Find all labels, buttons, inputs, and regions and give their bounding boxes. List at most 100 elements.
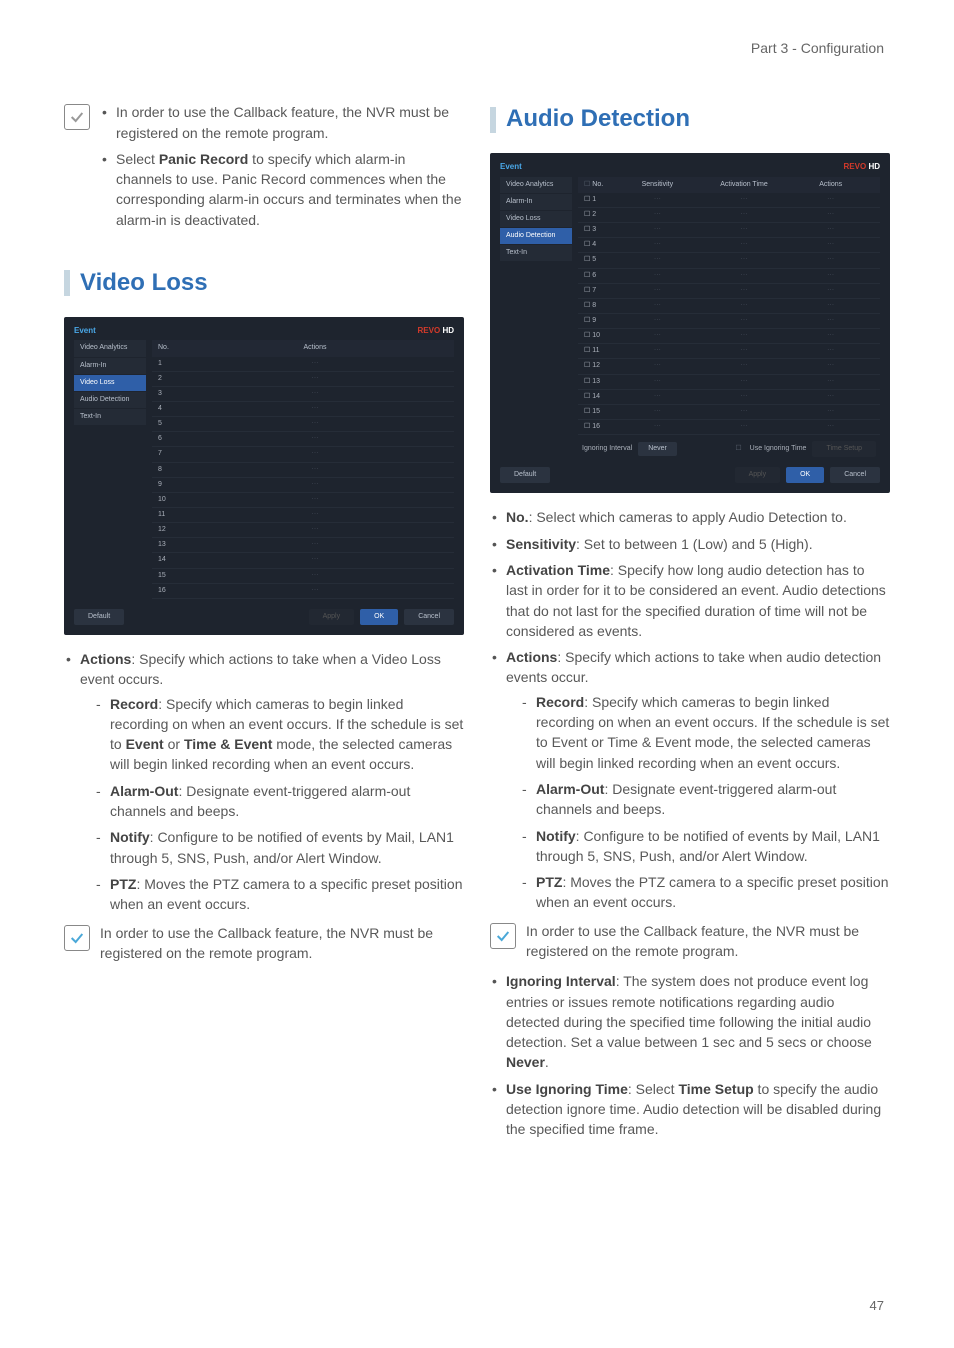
sidebar-item[interactable]: Audio Detection	[500, 228, 572, 244]
table-row[interactable]: 14⋯	[152, 553, 454, 568]
left-column: In order to use the Callback feature, th…	[64, 102, 464, 1145]
checkbox-icon[interactable]: ☐	[735, 444, 743, 454]
use-ignoring-time-label: Use Ignoring Time	[750, 444, 807, 454]
table-row[interactable]: 12⋯	[152, 523, 454, 538]
screenshot-audio-detection: Event REVO HD Video AnalyticsAlarm-InVid…	[490, 153, 890, 493]
table-row[interactable]: 15⋯	[152, 569, 454, 584]
check-icon	[64, 925, 90, 951]
table-row[interactable]: ☐3⋯⋯⋯	[578, 223, 880, 238]
table-row[interactable]: 8⋯	[152, 463, 454, 478]
ok-button[interactable]: OK	[360, 609, 398, 625]
table-row[interactable]: ☐15⋯⋯⋯	[578, 405, 880, 420]
sidebar-item[interactable]: Video Loss	[74, 375, 146, 391]
section-bar	[490, 107, 496, 133]
sidebar-item[interactable]: Text-In	[500, 245, 572, 261]
default-button[interactable]: Default	[74, 609, 124, 625]
table-row[interactable]: ☐6⋯⋯⋯	[578, 269, 880, 284]
cancel-button[interactable]: Cancel	[404, 609, 454, 625]
right-column: Audio Detection Event REVO HD Video Anal…	[490, 102, 890, 1145]
table-row[interactable]: ☐14⋯⋯⋯	[578, 390, 880, 405]
table-row[interactable]: 10⋯	[152, 493, 454, 508]
table-row[interactable]: ☐10⋯⋯⋯	[578, 329, 880, 344]
table-row[interactable]: ☐4⋯⋯⋯	[578, 238, 880, 253]
table-row[interactable]: 4⋯	[152, 402, 454, 417]
table-row[interactable]: ☐8⋯⋯⋯	[578, 299, 880, 314]
screenshot-video-loss: Event REVO HD Video AnalyticsAlarm-InVid…	[64, 317, 464, 635]
ss-columns: ☐No. Sensitivity Activation Time Actions	[578, 177, 880, 193]
ss-panel-title: Event	[500, 161, 522, 173]
action-item: Alarm-Out: Designate event-triggered ala…	[96, 781, 464, 822]
apply-button[interactable]: Apply	[309, 609, 355, 625]
time-setup-button[interactable]: Time Setup	[812, 441, 876, 457]
ss-panel-title: Event	[74, 325, 96, 337]
revo-logo: REVO HD	[844, 161, 880, 173]
table-row[interactable]: ☐5⋯⋯⋯	[578, 253, 880, 268]
table-row[interactable]: 7⋯	[152, 447, 454, 462]
table-row[interactable]: ☐1⋯⋯⋯	[578, 193, 880, 208]
list-item: Ignoring Interval: The system does not p…	[490, 971, 890, 1072]
table-row[interactable]: 6⋯	[152, 432, 454, 447]
action-item: PTZ: Moves the PTZ camera to a specific …	[96, 874, 464, 915]
ok-button[interactable]: OK	[786, 467, 824, 483]
table-row[interactable]: 11⋯	[152, 508, 454, 523]
table-row[interactable]: 13⋯	[152, 538, 454, 553]
sidebar-item[interactable]: Alarm-In	[500, 194, 572, 210]
page-number: 47	[870, 1297, 884, 1316]
section-title-video-loss: Video Loss	[64, 266, 464, 301]
actions-bullet: Actions: Specify which actions to take w…	[64, 649, 464, 915]
table-row[interactable]: ☐2⋯⋯⋯	[578, 208, 880, 223]
action-item: Record: Specify which cameras to begin l…	[522, 692, 890, 773]
apply-button[interactable]: Apply	[735, 467, 781, 483]
note-text: In order to use the Callback feature, th…	[526, 921, 890, 962]
intro-bullet-1: In order to use the Callback feature, th…	[100, 102, 464, 143]
sidebar-item[interactable]: Video Analytics	[74, 340, 146, 356]
table-row[interactable]: 9⋯	[152, 478, 454, 493]
action-item: Notify: Configure to be notified of even…	[96, 827, 464, 868]
table-row[interactable]: ☐16⋯⋯⋯	[578, 420, 880, 435]
default-button[interactable]: Default	[500, 467, 550, 483]
table-row[interactable]: ☐12⋯⋯⋯	[578, 359, 880, 374]
action-item: Notify: Configure to be notified of even…	[522, 826, 890, 867]
table-row[interactable]: 16⋯	[152, 584, 454, 599]
list-item: Activation Time: Specify how long audio …	[490, 560, 890, 641]
sidebar-item[interactable]: Audio Detection	[74, 392, 146, 408]
text: In order to use the Callback feature, th…	[116, 104, 449, 140]
list-item: Sensitivity: Set to between 1 (Low) and …	[490, 534, 890, 554]
sidebar-item[interactable]: Video Analytics	[500, 177, 572, 193]
cancel-button[interactable]: Cancel	[830, 467, 880, 483]
sidebar-item[interactable]: Video Loss	[500, 211, 572, 227]
table-row[interactable]: 3⋯	[152, 387, 454, 402]
action-item: PTZ: Moves the PTZ camera to a specific …	[522, 872, 890, 913]
ss-sidebar: Video AnalyticsAlarm-InVideo LossAudio D…	[500, 177, 572, 458]
ss-columns: No. Actions	[152, 340, 454, 356]
table-row[interactable]: ☐13⋯⋯⋯	[578, 375, 880, 390]
action-item: Alarm-Out: Designate event-triggered ala…	[522, 779, 890, 820]
section-heading: Audio Detection	[506, 102, 690, 137]
page-header: Part 3 - Configuration	[0, 0, 954, 58]
table-row[interactable]: ☐7⋯⋯⋯	[578, 284, 880, 299]
sidebar-item[interactable]: Text-In	[74, 409, 146, 425]
action-item: Record: Specify which cameras to begin l…	[96, 694, 464, 775]
note-callback-top: In order to use the Callback feature, th…	[64, 102, 464, 236]
section-heading: Video Loss	[80, 266, 208, 301]
list-item: Use Ignoring Time: Select Time Setup to …	[490, 1079, 890, 1140]
note-text: In order to use the Callback feature, th…	[100, 923, 464, 964]
section-title-audio-detection: Audio Detection	[490, 102, 890, 137]
note-callback-bottom: In order to use the Callback feature, th…	[64, 923, 464, 964]
list-item: No.: Select which cameras to apply Audio…	[490, 507, 890, 527]
breadcrumb: Part 3 - Configuration	[751, 40, 884, 56]
table-row[interactable]: 5⋯	[152, 417, 454, 432]
actions-bullet: Actions: Specify which actions to take w…	[490, 647, 890, 913]
check-icon	[64, 104, 90, 130]
table-row[interactable]: ☐11⋯⋯⋯	[578, 344, 880, 359]
table-row[interactable]: ☐9⋯⋯⋯	[578, 314, 880, 329]
ignoring-interval-dropdown[interactable]: Never	[638, 442, 677, 456]
check-icon	[490, 923, 516, 949]
intro-bullet-2: Select Panic Record to specify which ala…	[100, 149, 464, 230]
ignoring-interval-label: Ignoring Interval	[582, 444, 632, 454]
content-columns: In order to use the Callback feature, th…	[0, 58, 954, 1145]
table-row[interactable]: 2⋯	[152, 372, 454, 387]
table-row[interactable]: 1⋯	[152, 357, 454, 372]
sidebar-item[interactable]: Alarm-In	[74, 358, 146, 374]
ss-sidebar: Video Analytics Alarm-InVideo LossAudio D…	[74, 340, 146, 598]
